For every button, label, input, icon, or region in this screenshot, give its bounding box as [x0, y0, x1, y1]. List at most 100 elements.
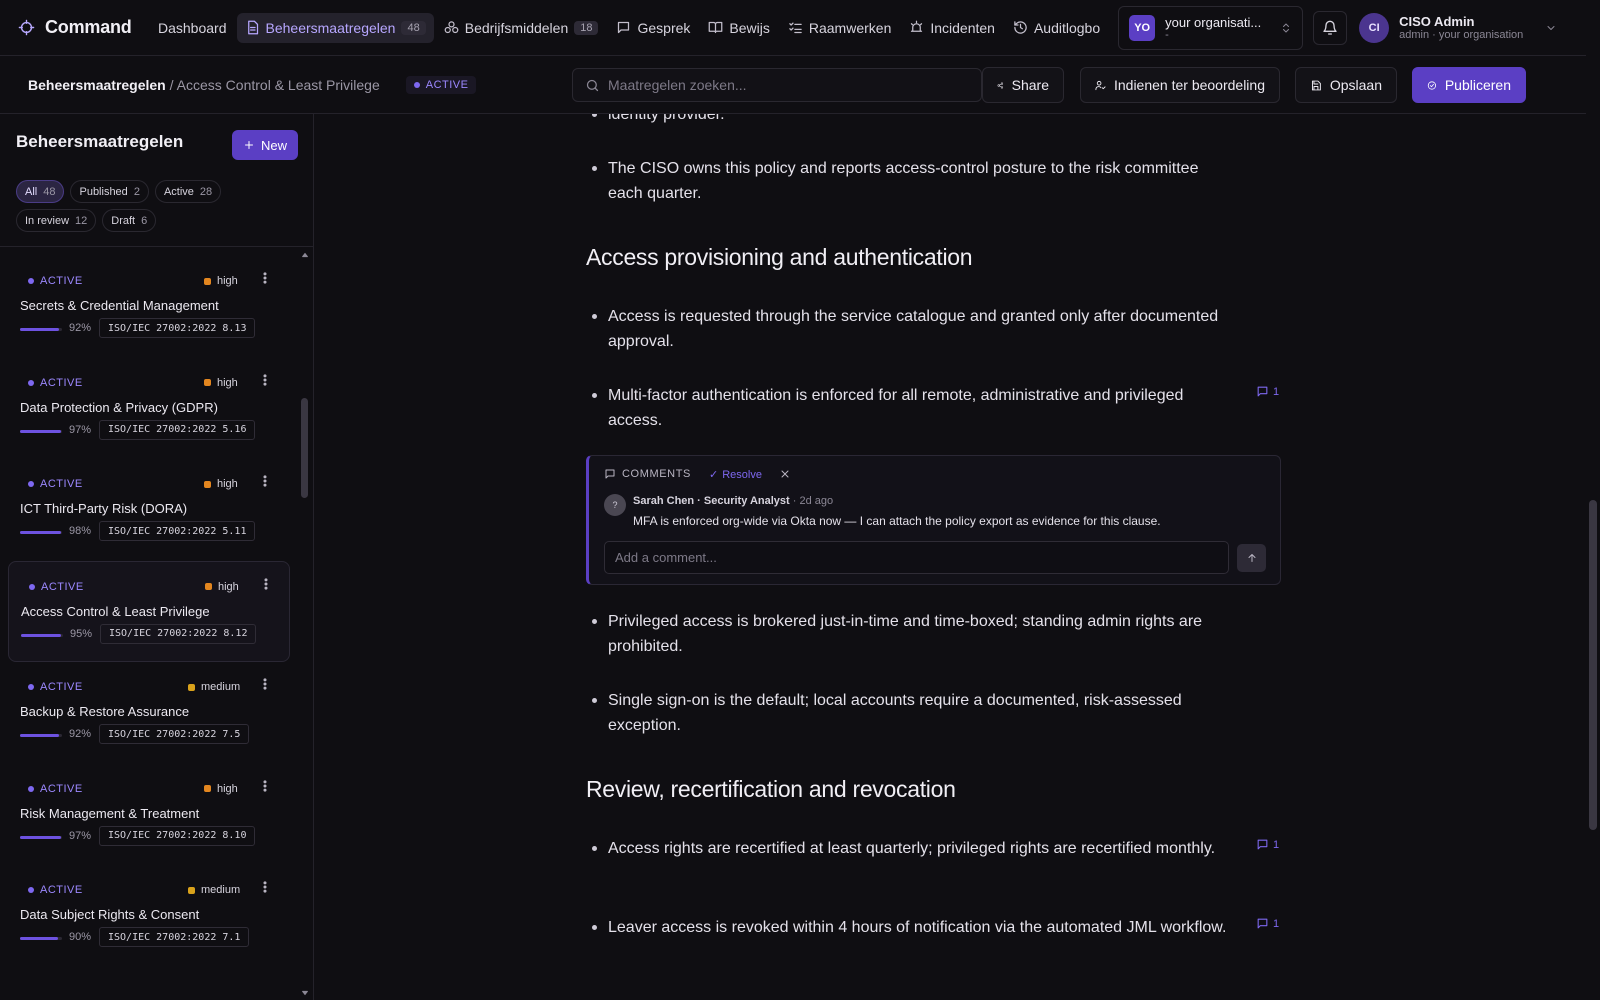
comment-count-indicator[interactable]: 1 — [1256, 917, 1279, 930]
nav-item-bedrijfsmiddelen[interactable]: Bedrijfsmiddelen 18 — [436, 13, 607, 43]
control-card[interactable]: ACTIVE high Access Control & Least Privile… — [8, 560, 290, 662]
comment-count-indicator[interactable]: 1 — [1256, 838, 1279, 851]
control-card[interactable]: ACTIVE high Secrets & Credential Managemen… — [8, 256, 290, 358]
close-icon[interactable] — [779, 468, 791, 480]
priority-label: medium — [201, 884, 241, 896]
framework-reference: ISO/IEC 27002:2022 8.13 — [99, 318, 256, 338]
progress-bar — [20, 937, 62, 940]
status-label: ACTIVE — [425, 78, 469, 91]
progress-bar — [20, 429, 62, 433]
status-badge: ACTIVE — [28, 478, 83, 490]
control-card[interactable]: ACTIVE medium Backup & Restore Assurance 92… — [8, 662, 290, 764]
progress-bar — [20, 835, 62, 839]
search-input[interactable] — [608, 77, 948, 93]
avatar: CI — [1359, 12, 1390, 43]
brand[interactable]: Command — [0, 17, 150, 38]
user-menu[interactable]: CI CISO Admin admin · your organisation — [1359, 12, 1557, 43]
more-options-icon[interactable] — [259, 576, 273, 592]
breadcrumb-current: Access Control & Least Privilege — [176, 76, 380, 93]
nav-item-auditlog[interactable]: Auditlogbo — [1005, 13, 1108, 43]
nav-item-gesprek[interactable]: Gesprek — [608, 13, 698, 43]
control-card[interactable]: ACTIVE medium Data Subject Rights & Consen… — [8, 865, 290, 967]
comment-input[interactable] — [604, 541, 1229, 574]
policy-clause[interactable]: Access rights are recertified at least q… — [586, 836, 1236, 861]
breadcrumb: Beheersmaatregelen / Access Control & Le… — [0, 77, 380, 93]
filter-chip-all[interactable]: All 48 — [16, 180, 65, 203]
save-button[interactable]: Opslaan — [1295, 67, 1397, 103]
control-card[interactable]: ACTIVE high Data Protection & Privacy (GDP… — [8, 358, 290, 460]
filter-chip-draft[interactable]: Draft 6 — [102, 209, 157, 232]
editor-toolbar: Beheersmaatregelen / Access Control & Le… — [0, 56, 1586, 114]
progress-percent: 90% — [69, 931, 92, 943]
nav-label: Dashboard — [158, 19, 227, 36]
framework-reference: ISO/IEC 27002:2022 5.16 — [99, 419, 256, 440]
share-button[interactable]: Share — [982, 67, 1064, 103]
more-options-icon[interactable] — [258, 372, 272, 388]
send-comment-button[interactable] — [1237, 544, 1266, 572]
scroll-down-icon[interactable] — [300, 988, 310, 998]
framework-reference: ISO/IEC 27002:2022 8.10 — [99, 825, 256, 846]
nav-item-dashboard[interactable]: Dashboard — [150, 13, 235, 43]
more-options-icon[interactable] — [258, 270, 272, 286]
policy-clause[interactable]: Single sign-on is the default; local acc… — [586, 688, 1236, 738]
publish-button[interactable]: Publiceren — [1412, 67, 1526, 103]
nav-label: Auditlogbo — [1033, 19, 1101, 36]
submit-review-button[interactable]: Indienen ter beoordeling — [1080, 67, 1280, 103]
more-options-icon[interactable] — [258, 778, 272, 794]
scroll-up-icon[interactable] — [300, 250, 310, 260]
control-title: Backup & Restore Assurance — [20, 704, 190, 719]
more-options-icon[interactable] — [258, 879, 272, 895]
more-options-icon[interactable] — [258, 473, 272, 489]
progress-bar — [20, 531, 62, 534]
priority-label: high — [218, 580, 239, 593]
priority-badge: high — [204, 478, 238, 490]
status-label: ACTIVE — [40, 478, 83, 490]
policy-clause[interactable]: The CISO owns this policy and reports ac… — [586, 156, 1236, 206]
document-icon — [245, 20, 260, 35]
filter-count: 2 — [133, 185, 140, 198]
nav-label: Bedrijfsmiddelen — [464, 19, 569, 36]
nav-item-incidenten[interactable]: Incidenten — [901, 13, 1003, 43]
comment-count: 1 — [1273, 385, 1280, 398]
filter-chip-in-review[interactable]: In review 12 — [16, 209, 97, 232]
policy-text-fragment[interactable]: identity provider. — [586, 114, 1236, 127]
plus-icon — [243, 139, 255, 151]
priority-badge: high — [204, 377, 238, 389]
policy-clause[interactable]: Multi-factor authentication is enforced … — [586, 383, 1236, 433]
org-badge: YO — [1129, 14, 1156, 41]
more-options-icon[interactable] — [258, 676, 272, 692]
progress-fill — [20, 734, 59, 737]
comment-icon — [604, 468, 616, 480]
comment-count-indicator[interactable]: 1 — [1256, 385, 1279, 398]
control-card[interactable]: ACTIVE high Risk Management & Treatment 97%… — [8, 764, 290, 866]
nav-item-raamwerken[interactable]: Raamwerken — [780, 13, 899, 43]
policy-clause[interactable]: Access is requested through the service … — [586, 304, 1236, 354]
page-scroll-thumb[interactable] — [1589, 500, 1597, 830]
comment-text: MFA is enforced org-wide via Okta now — … — [633, 514, 1161, 528]
section-heading: Review, recertification and revocation — [586, 776, 956, 802]
resolve-button[interactable]: ✓ Resolve — [709, 468, 762, 482]
progress-percent: 97% — [69, 829, 92, 842]
status-dot — [28, 684, 34, 690]
scroll-thumb[interactable] — [301, 398, 308, 498]
filter-count: 48 — [43, 185, 56, 198]
nav-item-beheersmaatregelen[interactable]: Beheersmaatregelen 48 — [236, 12, 434, 43]
new-control-button[interactable]: New — [232, 130, 298, 160]
filter-chip-active[interactable]: Active 28 — [154, 180, 222, 203]
org-switcher[interactable]: YO your organisati... - — [1118, 5, 1304, 50]
policy-editor: identity provider. The CISO owns this po… — [314, 114, 1554, 1000]
policy-clause[interactable]: Privileged access is brokered just-in-ti… — [586, 609, 1236, 659]
divider — [0, 246, 313, 247]
checklist-icon — [788, 20, 803, 35]
control-card[interactable]: ACTIVE high ICT Third-Party Risk (DORA) 98%… — [8, 459, 290, 561]
breadcrumb-root[interactable]: Beheersmaatregelen — [28, 77, 166, 93]
search-box[interactable] — [572, 68, 982, 102]
filter-label: Active — [163, 185, 194, 198]
filter-chip-published[interactable]: Published 2 — [70, 180, 149, 203]
sidebar-scrollbar[interactable] — [299, 248, 311, 1000]
notifications-button[interactable] — [1313, 10, 1348, 45]
avatar: ? — [604, 494, 626, 516]
page-scrollbar[interactable] — [1586, 0, 1600, 1000]
nav-item-bewijs[interactable]: Bewijs — [700, 13, 777, 43]
policy-clause[interactable]: Leaver access is revoked within 4 hours … — [586, 915, 1236, 940]
